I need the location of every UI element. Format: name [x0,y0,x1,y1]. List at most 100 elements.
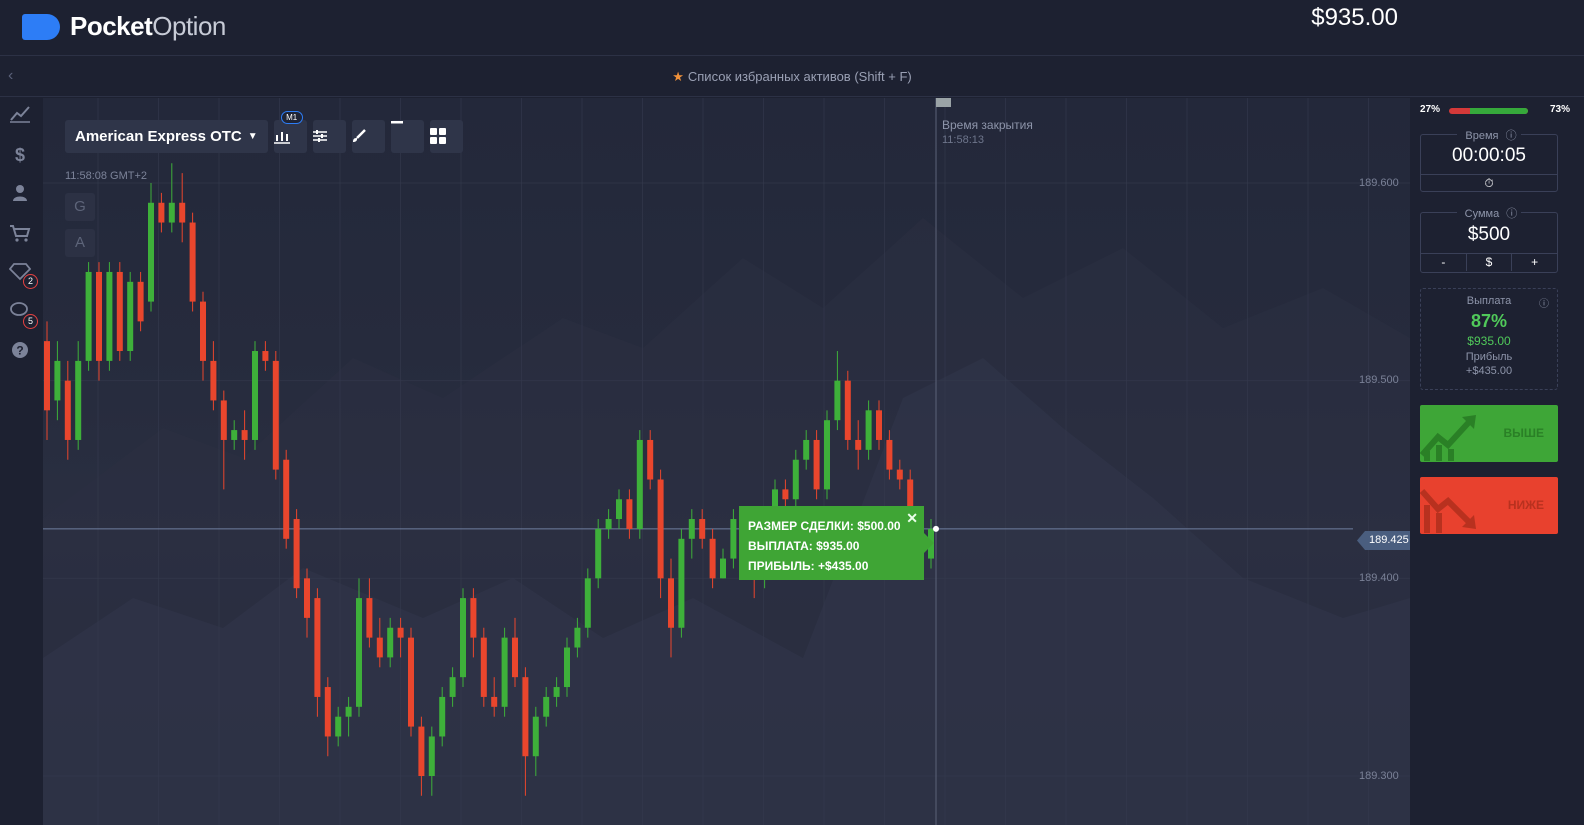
help-icon[interactable]: ⓘ [1539,295,1549,310]
logo-thin: Option [152,11,226,41]
candle [813,439,820,490]
candle [647,439,654,480]
amount-value[interactable]: $500 [1421,224,1557,246]
candle [283,459,290,539]
achievements-icon[interactable]: 2 [8,261,38,289]
candle [782,489,789,500]
amount-plus-button[interactable]: + [1511,254,1557,271]
higher-button[interactable]: ВЫШЕ [1420,405,1558,462]
lower-label: НИЖЕ [1507,498,1544,512]
chat-icon[interactable]: 5 [8,301,38,329]
asset-selector[interactable]: American Express OTC ▼ [65,120,268,153]
favorites-label[interactable]: ★ Список избранных активов (Shift + F) [0,69,1584,85]
candle [241,430,248,440]
amount-box[interactable]: Сумма ⓘ $500 - $ + [1420,208,1558,273]
candle [54,360,61,401]
brush-icon [352,129,366,142]
amount-controls: - $ + [1421,253,1557,271]
a-button[interactable]: A [65,229,95,257]
trade-profit: ПРИБЫЛЬ: +$435.00 [748,559,869,573]
candle [605,519,612,529]
candle [824,420,830,490]
candle [595,528,602,579]
lower-button[interactable]: НИЖЕ [1420,477,1558,534]
chart-type-button[interactable]: M1 [273,111,307,153]
currency-button[interactable]: $ [1465,254,1512,271]
market-icon[interactable] [8,223,32,247]
logo-text: PocketOption [70,11,226,42]
time-row: ⏱ [1421,174,1557,192]
layout-button[interactable] [429,120,463,153]
axis-label-189300: 189.300 [1359,770,1399,782]
candle [345,706,352,717]
chart-area[interactable]: American Express OTC ▼ M1 11:58:08 GMT+2 … [43,98,1410,825]
profile-icon[interactable] [8,183,32,207]
candle [678,538,685,628]
account-balance[interactable]: $935.00 [1311,4,1398,32]
candle [324,687,331,737]
close-icon[interactable]: ✕ [906,508,918,528]
candle [730,519,737,559]
candle [127,281,134,352]
chart-time: 11:58:08 GMT+2 [65,170,148,182]
candle [293,519,300,589]
chart-toolbar: American Express OTC ▼ M1 [65,111,463,153]
logo[interactable]: PocketOption [22,11,226,42]
candle [272,360,279,470]
candle [844,380,851,440]
candle [834,380,841,421]
expiry-time: 11:58:13 [942,134,985,146]
finance-icon[interactable]: $ [8,143,32,167]
g-button[interactable]: G [65,193,95,221]
candle [449,677,456,697]
current-price-dot [933,525,939,532]
payout-amount: $935.00 [1467,334,1511,348]
help-icon[interactable]: ? [8,340,32,364]
candle [792,459,799,500]
candle [865,410,872,450]
left-sidebar: $ 2 5 ? [0,98,43,825]
asset-name: American Express OTC [75,128,242,145]
trading-icon[interactable] [8,104,32,128]
candle [855,439,862,450]
candle [720,558,726,579]
candle [480,637,487,697]
expiry-label: Время закрытия [942,118,1033,132]
candle [314,598,321,697]
candle [896,469,903,480]
candle [262,351,269,361]
line-button[interactable] [390,120,424,153]
candle [564,647,570,688]
sentiment-sell: 27% [1420,104,1441,115]
time-title: Время ⓘ [1421,127,1557,143]
price-chart[interactable] [43,98,1410,825]
candle [356,598,362,707]
time-box[interactable]: Время ⓘ 00:00:05 ⏱ [1420,130,1558,192]
trend-down-icon [1420,489,1476,533]
candle [116,271,123,352]
time-value[interactable]: 00:00:05 [1421,145,1557,167]
candle [543,696,550,717]
profit-value: +$435.00 [1465,365,1513,377]
star-icon: ★ [672,69,684,84]
candle [522,677,529,757]
drawing-button[interactable] [351,120,385,153]
candle [200,301,206,361]
trade-tooltip: РАЗМЕР СДЕЛКИ: $500.00 ВЫПЛАТА: $935.00 … [739,506,934,580]
indicators-button[interactable] [312,120,346,153]
amount-title: Сумма ⓘ [1421,205,1557,221]
candle [418,726,425,776]
trade-panel: 27% 73% Время ⓘ 00:00:05 ⏱ Сумма ⓘ $500 … [1410,98,1584,825]
candle [397,627,404,638]
candle [501,637,508,707]
logo-icon [22,12,62,42]
candle [137,281,144,322]
candles-icon [273,132,290,144]
candle [75,360,82,440]
candle [709,538,716,579]
profit-title: Прибыль [1465,351,1513,363]
candle [220,400,227,440]
clock-icon[interactable]: ⏱ [1421,175,1557,192]
amount-minus-button[interactable]: - [1421,254,1466,271]
payout-box: ⓘ Выплата 87% $935.00 Прибыль +$435.00 [1420,288,1558,390]
